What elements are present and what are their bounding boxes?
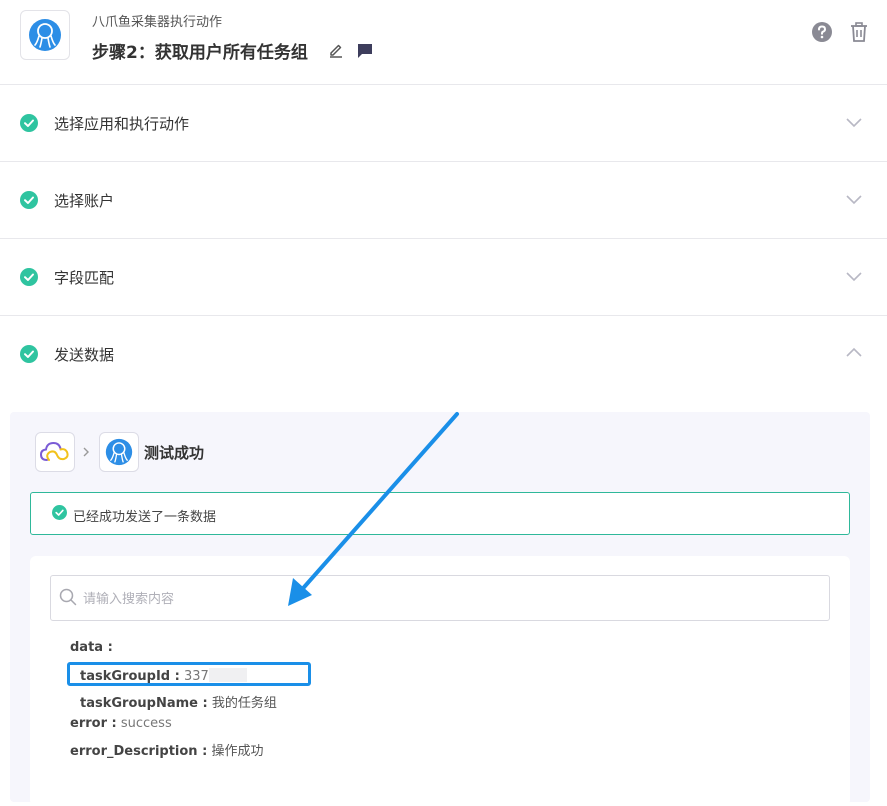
chevron-right-icon [83, 447, 89, 457]
trash-icon[interactable] [850, 22, 868, 42]
edit-icon[interactable] [328, 42, 344, 58]
check-circle-icon [20, 268, 38, 286]
search-icon [59, 588, 77, 606]
chevron-down-icon[interactable] [845, 115, 863, 129]
field-key: error_Description : [70, 744, 208, 759]
test-result-title: 测试成功 [144, 444, 205, 462]
field-value: success [120, 716, 172, 731]
check-circle-icon [52, 505, 67, 520]
section-label: 发送数据 [54, 346, 115, 364]
chevron-up-icon[interactable] [845, 346, 863, 360]
section-field-mapping[interactable]: 字段匹配 [0, 239, 887, 316]
section-send-data[interactable]: 发送数据 [0, 316, 887, 392]
section-select-account[interactable]: 选择账户 [0, 162, 887, 239]
field-key: error : [70, 716, 117, 731]
success-alert: 已经成功发送了一条数据 [30, 492, 850, 535]
success-message: 已经成功发送了一条数据 [73, 510, 217, 525]
check-circle-icon [20, 345, 38, 363]
section-label: 选择应用和执行动作 [54, 115, 190, 133]
comment-icon[interactable] [357, 43, 373, 59]
search-box[interactable] [50, 575, 830, 621]
cloud-logo-icon [35, 432, 75, 472]
result-field-row: error : success [70, 716, 172, 731]
section-label: 字段匹配 [54, 269, 115, 287]
section-label: 选择账户 [54, 192, 115, 210]
highlight-box [67, 662, 311, 686]
step-header: 八爪鱼采集器执行动作 步骤2：获取用户所有任务组 [0, 0, 887, 85]
check-circle-icon [20, 191, 38, 209]
app-name: 八爪鱼采集器执行动作 [92, 15, 223, 30]
data-key: data : [70, 640, 113, 655]
field-key: taskGroupName : [80, 696, 208, 711]
result-field-row: taskGroupName : 我的任务组 [80, 692, 277, 711]
search-input[interactable] [81, 586, 815, 612]
step-title: 步骤2：获取用户所有任务组 [92, 43, 308, 63]
field-value: 操作成功 [211, 744, 264, 759]
check-circle-icon [20, 114, 38, 132]
field-value: 我的任务组 [211, 696, 277, 711]
octopus-logo-icon [99, 432, 139, 472]
chevron-down-icon[interactable] [845, 269, 863, 283]
octopus-logo-icon [20, 10, 70, 60]
section-select-app[interactable]: 选择应用和执行动作 [0, 85, 887, 162]
result-field-row: error_Description : 操作成功 [70, 740, 263, 759]
help-icon[interactable] [812, 22, 832, 42]
chevron-down-icon[interactable] [845, 192, 863, 206]
